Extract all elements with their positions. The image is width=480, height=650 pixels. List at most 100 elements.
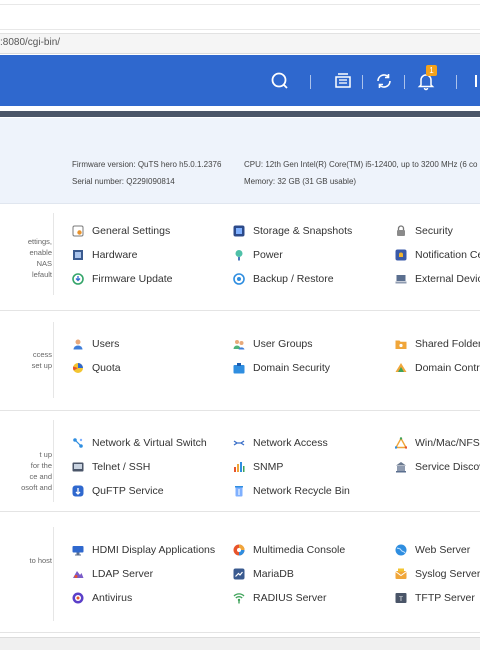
antivirus-icon <box>72 592 84 604</box>
user-groups-icon <box>233 338 245 350</box>
quota-item[interactable]: Quota <box>72 360 121 376</box>
hardware-icon <box>72 249 84 261</box>
hdmi-display-applications-item[interactable]: HDMI Display Applications <box>72 542 215 558</box>
web-server-item[interactable]: Web Server <box>395 542 470 558</box>
quota-icon <box>72 362 84 374</box>
section-description: t up for the ce and osoft and <box>21 450 52 492</box>
user-groups-item[interactable]: User Groups <box>233 336 313 352</box>
ftp-icon <box>72 485 84 497</box>
storage-snapshots-item[interactable]: Storage & Snapshots <box>233 223 352 239</box>
quftp-service-item[interactable]: QuFTP Service <box>72 483 164 499</box>
shared-folder-icon <box>395 338 407 350</box>
header-divider <box>0 111 480 117</box>
notification-badge: 1 <box>426 65 437 76</box>
profile-icon[interactable] <box>470 69 480 93</box>
syslog-server-item[interactable]: Syslog Server <box>395 566 480 582</box>
section-description: to host <box>29 556 52 565</box>
power-icon <box>233 249 245 261</box>
service-discovery-item[interactable]: Service Discov <box>395 459 480 475</box>
snmp-icon <box>233 461 245 473</box>
serial-value: Q229I090814 <box>126 177 175 186</box>
firmware-label: Firmware version: <box>72 160 136 169</box>
user-icon <box>72 338 84 350</box>
section-description: ccess set up <box>31 350 52 370</box>
header-separator <box>456 75 457 89</box>
network-file-services-section: t up for the ce and osoft and Network & … <box>0 412 480 512</box>
snmp-item[interactable]: SNMP <box>233 459 283 475</box>
backup-restore-item[interactable]: Backup / Restore <box>233 271 334 287</box>
domain-controller-item[interactable]: Domain Contro <box>395 360 480 376</box>
privilege-section: ccess set up Users User Groups Shared Fo… <box>0 312 480 411</box>
network-switch-icon <box>72 437 84 449</box>
serial-info: Serial number: Q229I090814 <box>72 177 175 186</box>
hdmi-icon <box>72 544 84 556</box>
domain-security-icon <box>233 362 245 374</box>
network-access-icon <box>233 437 245 449</box>
external-device-item[interactable]: External Devic <box>395 271 480 287</box>
memory-info: Memory: 32 GB (31 GB usable) <box>244 177 356 186</box>
memory-value: 32 GB (31 GB usable) <box>277 177 357 186</box>
system-info-panel: Firmware version: QuTS hero h5.0.1.2376 … <box>0 118 480 204</box>
section-divider <box>53 527 54 621</box>
multimedia-console-item[interactable]: Multimedia Console <box>233 542 345 558</box>
radius-icon <box>233 592 245 604</box>
header-separator <box>404 75 405 89</box>
antivirus-item[interactable]: Antivirus <box>72 590 132 606</box>
win-mac-nfs-item[interactable]: Win/Mac/NFS <box>395 435 480 451</box>
system-section: ettings, enable NAS lefault General Sett… <box>0 205 480 311</box>
notification-icon[interactable]: 1 <box>414 65 438 93</box>
web-server-icon <box>395 544 407 556</box>
users-item[interactable]: Users <box>72 336 119 352</box>
general-settings-icon <box>72 225 84 237</box>
browser-tab-strip <box>0 0 480 34</box>
radius-server-item[interactable]: RADIUS Server <box>233 590 327 606</box>
header-separator <box>310 75 311 89</box>
external-device-icon <box>395 273 407 285</box>
ldap-server-item[interactable]: LDAP Server <box>72 566 153 582</box>
network-access-item[interactable]: Network Access <box>233 435 328 451</box>
security-item[interactable]: Security <box>395 223 453 239</box>
network-virtual-switch-item[interactable]: Network & Virtual Switch <box>72 435 207 451</box>
tasks-icon[interactable] <box>331 69 355 93</box>
bottom-bar <box>0 637 480 650</box>
tftp-icon: T <box>395 592 407 604</box>
service-discovery-icon <box>395 461 407 473</box>
firmware-update-item[interactable]: Firmware Update <box>72 271 173 287</box>
app-header: 1 <box>0 55 480 106</box>
section-divider <box>53 213 54 295</box>
domain-controller-icon <box>395 362 407 374</box>
cpu-value: 12th Gen Intel(R) Core(TM) i5-12400, up … <box>265 160 478 169</box>
cpu-info: CPU: 12th Gen Intel(R) Core(TM) i5-12400… <box>244 160 477 169</box>
recycle-bin-icon <box>233 485 245 497</box>
address-text: :8080/cgi-bin/ <box>0 37 61 48</box>
telnet-ssh-item[interactable]: Telnet / SSH <box>72 459 150 475</box>
address-bar[interactable]: :8080/cgi-bin/ <box>0 34 480 54</box>
firmware-info: Firmware version: QuTS hero h5.0.1.2376 <box>72 160 221 169</box>
backup-icon <box>233 273 245 285</box>
browser-toolbar <box>0 4 480 30</box>
hardware-item[interactable]: Hardware <box>72 247 138 263</box>
header-separator <box>362 75 363 89</box>
lock-icon <box>395 225 407 237</box>
general-settings-item[interactable]: General Settings <box>72 223 170 239</box>
applications-section: to host HDMI Display Applications Multim… <box>0 513 480 633</box>
firmware-value: QuTS hero h5.0.1.2376 <box>137 160 222 169</box>
notification-center-item[interactable]: Notification Ce <box>395 247 480 263</box>
sync-icon[interactable] <box>372 69 396 93</box>
power-item[interactable]: Power <box>233 247 283 263</box>
shared-folder-item[interactable]: Shared Folder <box>395 336 480 352</box>
domain-security-item[interactable]: Domain Security <box>233 360 330 376</box>
storage-icon <box>233 225 245 237</box>
mariadb-item[interactable]: MariaDB <box>233 566 294 582</box>
search-icon[interactable] <box>268 69 292 93</box>
section-divider <box>53 322 54 398</box>
syslog-icon <box>395 568 407 580</box>
memory-label: Memory: <box>244 177 276 186</box>
section-description: ettings, enable NAS lefault <box>27 237 52 279</box>
multimedia-icon <box>233 544 245 556</box>
ldap-icon <box>72 568 84 580</box>
network-recycle-bin-item[interactable]: Network Recycle Bin <box>233 483 350 499</box>
tftp-server-item[interactable]: T TFTP Server <box>395 590 475 606</box>
section-divider <box>53 420 54 502</box>
svg-text:T: T <box>399 596 403 603</box>
